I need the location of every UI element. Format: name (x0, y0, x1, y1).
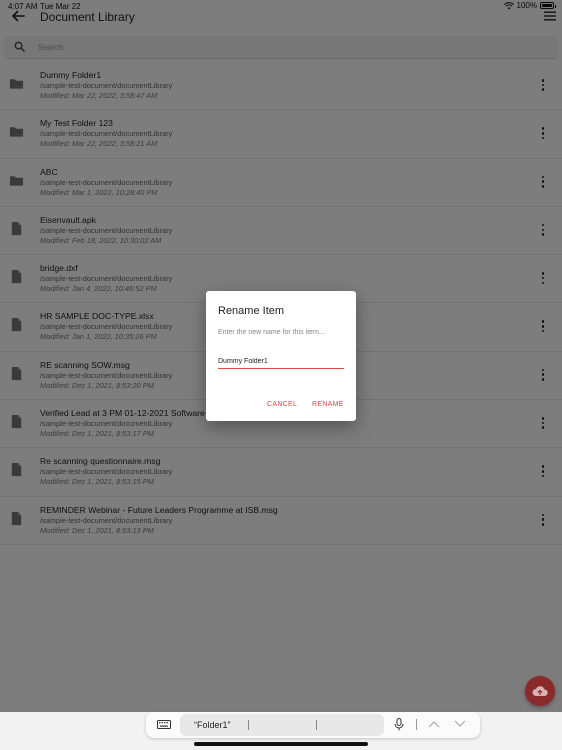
cloud-upload-icon (532, 686, 548, 696)
toolbar-divider (416, 719, 417, 730)
rename-input[interactable] (218, 355, 344, 369)
dialog-title: Rename Item (218, 305, 285, 317)
keyboard-icon[interactable] (157, 720, 171, 730)
suggestion-item[interactable]: “Folder1” (194, 720, 231, 730)
rename-button[interactable]: RENAME (312, 401, 344, 408)
suggestion-divider (316, 720, 317, 730)
microphone-icon[interactable] (394, 718, 404, 731)
keyboard-toolbar: “Folder1” (146, 712, 480, 738)
chevron-up-icon[interactable] (428, 720, 440, 728)
dialog-message: Enter the new name for this item... (218, 329, 325, 336)
upload-fab[interactable] (525, 676, 555, 706)
suggestion-divider (248, 720, 249, 730)
predictive-suggestions: “Folder1” (180, 714, 384, 736)
chevron-down-icon[interactable] (454, 720, 466, 728)
home-indicator (194, 742, 368, 746)
rename-dialog: Rename Item Enter the new name for this … (206, 291, 356, 421)
cancel-button[interactable]: CANCEL (267, 401, 297, 408)
